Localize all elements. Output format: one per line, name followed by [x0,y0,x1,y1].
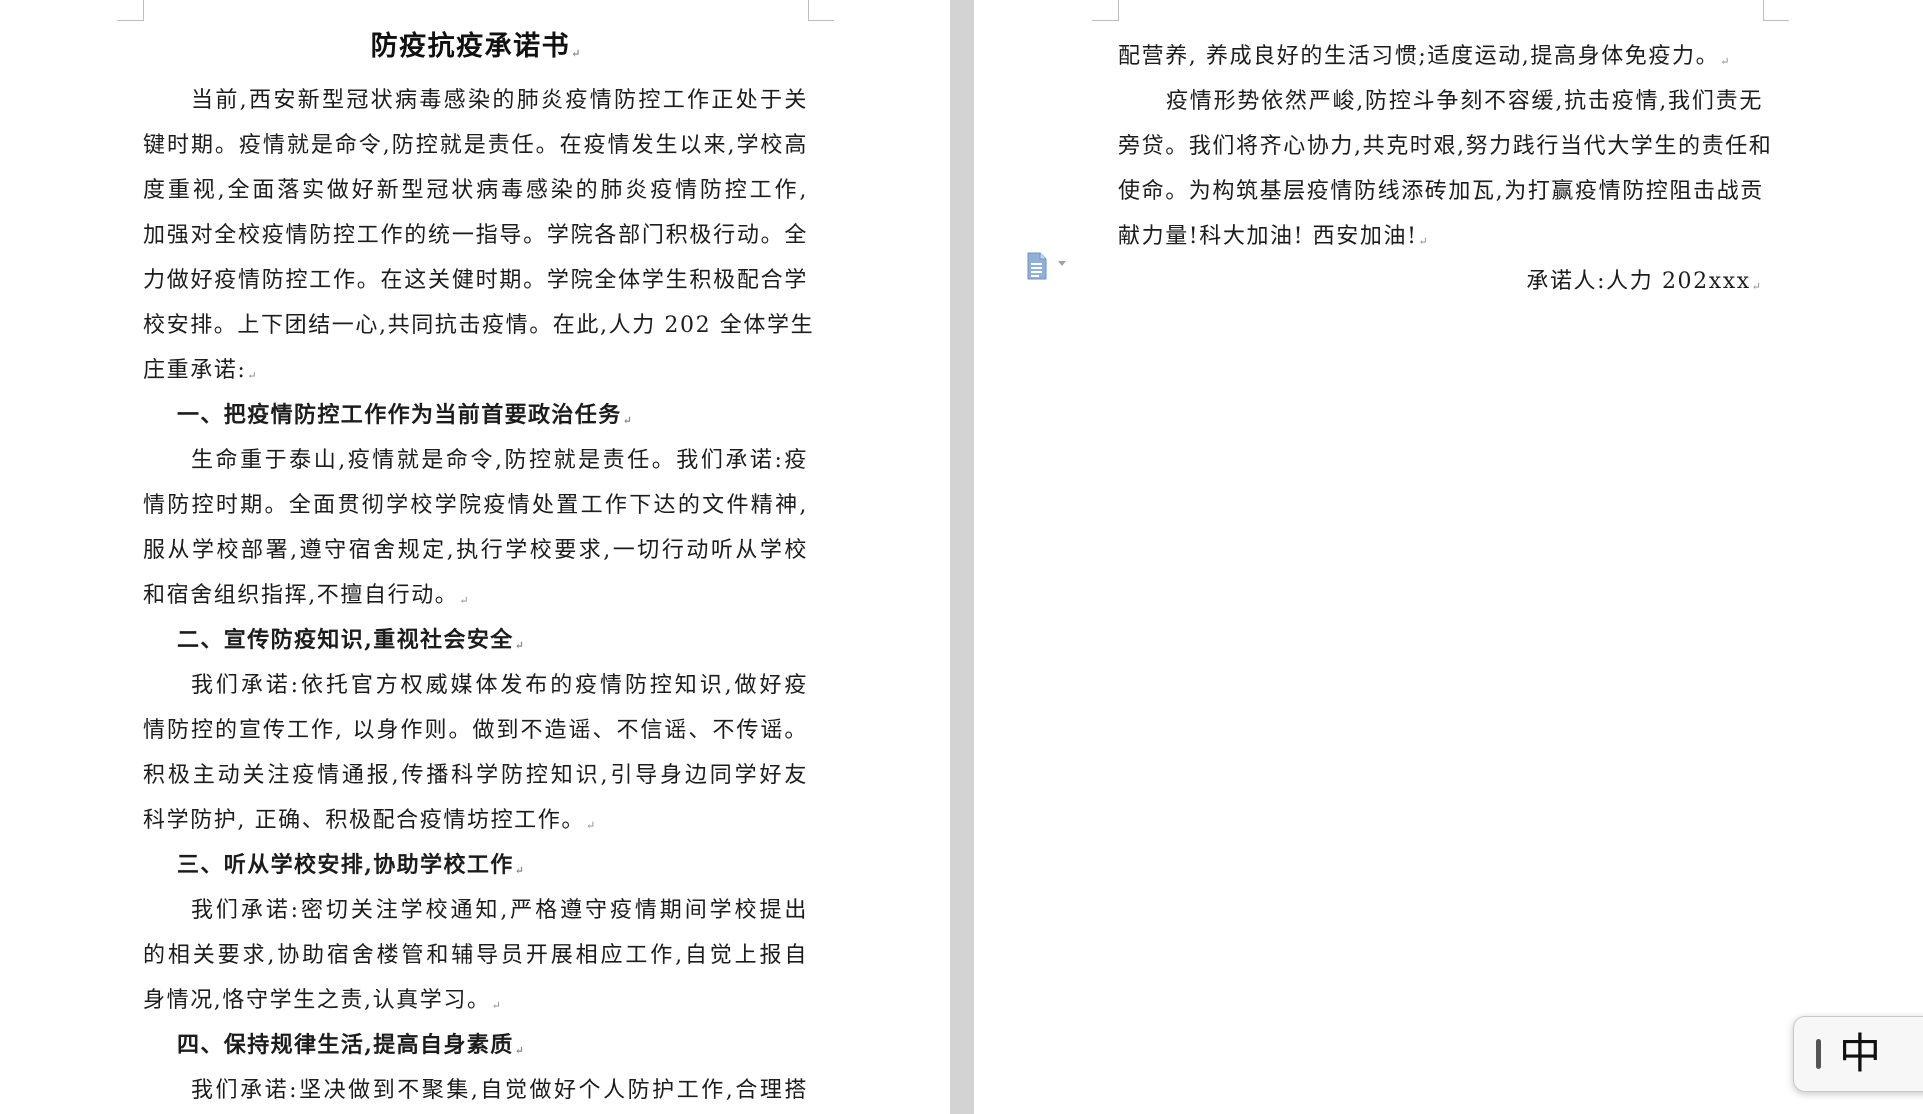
text-line: 校安排。上下团结一心,共同抗击疫情。在此,人力 202 全体学生 [143,303,813,348]
paste-options-button[interactable] [1025,252,1075,280]
margin-corner-top-left [1092,20,1118,21]
text-line: 力做好疫情防控工作。在这关健时期。学院全体学生积极配合学 [143,258,808,303]
line-text: 校安排。上下团结一心,共同抗击疫情。在此,人力 202 全体学生 [143,313,815,338]
text-line: 疫情形势依然严峻,防控斗争刻不容缓,抗击疫情,我们责无 [1118,79,1763,124]
chevron-down-icon [1058,261,1066,266]
document-title[interactable]: 防疫抗疫承诺书↵ [143,26,808,75]
text-line: 和宿舍组织指挥,不擅自行动。↵ [143,573,808,618]
document-page-1[interactable]: 防疫抗疫承诺书↵ 当前,西安新型冠状病毒感染的肺炎疫情防控工作正处于关 键时期。疫… [0,0,950,1114]
text-line: 我们承诺:密切关注学校通知,严格遵守疫情期间学校提出 [143,888,808,933]
line-text: 情防控时期。全面贯彻学校学院疫情处置工作下达的文件精神, [143,493,808,518]
margin-corner-top-left [143,0,144,21]
text-line: 配营养, 养成良好的生活习惯;适度运动,提高身体免疫力。↵ [1118,34,1763,79]
section-heading: 四、保持规律生活,提高自身素质↵ [143,1023,808,1068]
paragraph-mark: ↵ [1720,55,1730,68]
paragraph-mark: ↵ [571,47,581,60]
line-text: 度重视,全面落实做好新型冠状病毒感染的肺炎疫情防控工作, [143,178,808,203]
page-2-lines: 配营养, 养成良好的生活习惯;适度运动,提高身体免疫力。↵ 疫情形势依然严峻,防控… [1118,34,1771,259]
section-heading: 三、听从学校安排,协助学校工作↵ [143,843,808,888]
line-text: 庄重承诺: [143,358,247,383]
ime-mode-label: 中 [1839,1029,1882,1078]
line-text: 加强对全校疫情防控工作的统一指导。学院各部门积极行动。全 [143,223,808,248]
text-line: 身情况,恪守学生之责,认真学习。↵ [143,978,808,1023]
text-line: 我们承诺:坚决做到不聚集,自觉做好个人防护工作,合理搭 [143,1068,808,1113]
page-separator [950,0,974,1114]
paragraph-mark: ↵ [459,594,469,607]
line-text: 身情况,恪守学生之责,认真学习。 [143,988,491,1013]
paragraph-mark: ↵ [1418,235,1428,248]
line-text: 献力量!科大加油! 西安加油! [1118,224,1418,249]
line-text: 情防控的宣传工作, 以身作则。做到不造谣、不信谣、不传谣。 [143,718,808,743]
line-text: 配营养, 养成良好的生活习惯;适度运动,提高身体免疫力。 [1118,44,1720,69]
line-text: 使命。为构筑基层疫情防线添砖加瓦,为打赢疫情防控阻击战贡 [1118,179,1764,204]
text-line: 我们承诺:依托官方权威媒体发布的疫情防控知识,做好疫 [143,663,808,708]
document-page-2[interactable]: 配营养, 养成良好的生活习惯;适度运动,提高身体免疫力。↵ 疫情形势依然严峻,防控… [974,0,1923,1114]
section-heading: 二、宣传防疫知识,重视社会安全↵ [143,618,808,663]
text-line: 情防控的宣传工作, 以身作则。做到不造谣、不信谣、不传谣。 [143,708,808,753]
text-line: 键时期。疫情就是命令,防控就是责任。在疫情发生以来,学校高 [143,123,808,168]
line-text: 旁贷。我们将齐心协力,共克时艰,努力践行当代大学生的责任和 [1118,134,1773,159]
margin-corner-top-left [117,20,143,21]
line-text: 服从学校部署,遵守宿舍规定,执行学校要求,一切行动听从学校 [143,538,808,563]
text-line: 当前,西安新型冠状病毒感染的肺炎疫情防控工作正处于关 [143,78,808,123]
text-line: 情防控时期。全面贯彻学校学院疫情处置工作下达的文件精神, [143,483,808,528]
line-text: 积极主动关注疫情通报,传播科学防控知识,引导身边同学好友 [143,763,808,788]
text-line: 旁贷。我们将齐心协力,共克时艰,努力践行当代大学生的责任和 [1118,124,1771,169]
paragraph-mark: ↵ [622,414,632,427]
ime-language-indicator[interactable]: 中 [1793,1016,1923,1092]
signature-line: 承诺人:人力 202xxx↵ [1118,259,1763,304]
text-line: 使命。为构筑基层疫情防线添砖加瓦,为打赢疫情防控阻击战贡 [1118,169,1763,214]
line-text: 四、保持规律生活,提高自身素质 [177,1032,514,1058]
margin-corner-top-right [1763,0,1764,21]
page-2-body-text[interactable]: 配营养, 养成良好的生活习惯;适度运动,提高身体免疫力。↵ 疫情形势依然严峻,防控… [1118,34,1771,304]
line-text: 科学防护, 正确、积极配合疫情坊控工作。 [143,808,585,833]
paragraph-mark: ↵ [247,369,257,382]
line-text: 生命重于泰山,疫情就是命令,防控就是责任。我们承诺:疫 [191,448,808,473]
text-line: 的相关要求,协助宿舍楼管和辅导员开展相应工作,自觉上报自 [143,933,808,978]
text-line: 生命重于泰山,疫情就是命令,防控就是责任。我们承诺:疫 [143,438,808,483]
text-line: 庄重承诺:↵ [143,348,808,393]
line-text: 疫情形势依然严峻,防控斗争刻不容缓,抗击疫情,我们责无 [1166,89,1763,114]
paragraph-mark: ↵ [514,1044,524,1057]
line-text: 三、听从学校安排,协助学校工作 [177,852,514,878]
line-text: 我们承诺:坚决做到不聚集,自觉做好个人防护工作,合理搭 [191,1078,808,1103]
paragraph-mark: ↵ [1751,280,1761,293]
document-title-text: 防疫抗疫承诺书 [370,31,571,62]
paragraph-mark: ↵ [514,639,524,652]
paste-options-icon [1027,252,1066,280]
line-text: 一、把疫情防控工作作为当前首要政治任务 [177,402,622,428]
text-line: 度重视,全面落实做好新型冠状病毒感染的肺炎疫情防控工作, [143,168,808,213]
document-workspace: 防疫抗疫承诺书↵ 当前,西安新型冠状病毒感染的肺炎疫情防控工作正处于关 键时期。疫… [0,0,1923,1114]
margin-corner-top-right [1763,20,1789,21]
margin-corner-top-right [808,0,809,21]
line-text: 键时期。疫情就是命令,防控就是责任。在疫情发生以来,学校高 [143,133,808,158]
section-heading: 一、把疫情防控工作作为当前首要政治任务↵ [143,393,808,438]
paragraph-mark: ↵ [586,819,596,832]
line-text: 二、宣传防疫知识,重视社会安全 [177,627,514,653]
line-text: 力做好疫情防控工作。在这关健时期。学院全体学生积极配合学 [143,268,808,293]
line-text: 我们承诺:密切关注学校通知,严格遵守疫情期间学校提出 [191,898,808,923]
line-text: 我们承诺:依托官方权威媒体发布的疫情防控知识,做好疫 [191,673,808,698]
paragraph-mark: ↵ [514,864,524,877]
margin-corner-top-left [1118,0,1119,21]
text-line: 服从学校部署,遵守宿舍规定,执行学校要求,一切行动听从学校 [143,528,808,573]
text-line: 科学防护, 正确、积极配合疫情坊控工作。↵ [143,798,808,843]
signature-text: 承诺人:人力 202xxx [1526,269,1751,294]
line-text: 当前,西安新型冠状病毒感染的肺炎疫情防控工作正处于关 [191,88,808,113]
line-text: 和宿舍组织指挥,不擅自行动。 [143,583,459,608]
margin-corner-top-right [808,20,834,21]
text-line: 积极主动关注疫情通报,传播科学防控知识,引导身边同学好友 [143,753,808,798]
page-1-body-text[interactable]: 当前,西安新型冠状病毒感染的肺炎疫情防控工作正处于关键时期。疫情就是命令,防控就… [143,78,813,1113]
paragraph-mark: ↵ [491,999,501,1012]
line-text: 的相关要求,协助宿舍楼管和辅导员开展相应工作,自觉上报自 [143,943,808,968]
text-line: 加强对全校疫情防控工作的统一指导。学院各部门积极行动。全 [143,213,808,258]
drag-handle-icon[interactable] [1816,1039,1821,1069]
text-line: 献力量!科大加油! 西安加油!↵ [1118,214,1763,259]
